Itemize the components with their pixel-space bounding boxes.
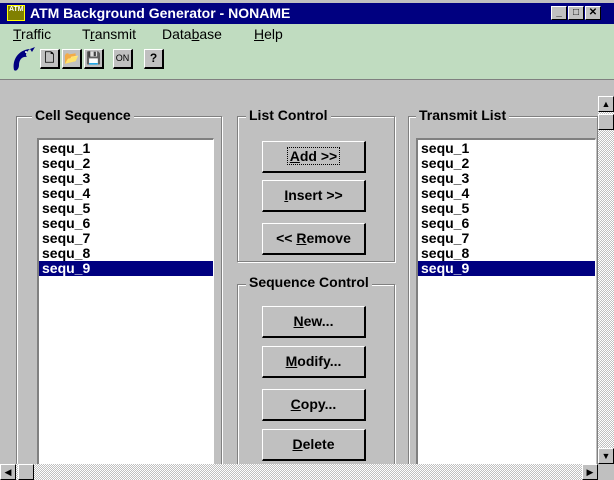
cell-sequence-label: Cell Sequence (32, 107, 134, 123)
maximize-button[interactable]: □ (568, 6, 584, 20)
menu-traffic[interactable]: Traffic (13, 26, 51, 42)
insert-button[interactable]: Insert >> (262, 180, 366, 212)
remove-button[interactable]: << Remove (262, 223, 366, 255)
add-button[interactable]: Add >> (262, 141, 366, 173)
menu-bar: Traffic Transmit Database Help (0, 24, 614, 44)
new-file-button[interactable]: 🗋 (40, 49, 60, 69)
title-bar[interactable]: ATM ATM Background Generator - NONAME _ … (0, 0, 614, 24)
sequence-control-label: Sequence Control (246, 274, 372, 290)
list-item[interactable]: sequ_4 (418, 186, 595, 201)
list-item[interactable]: sequ_2 (39, 156, 213, 171)
list-item[interactable]: sequ_1 (39, 141, 213, 156)
list-item[interactable]: sequ_7 (39, 231, 213, 246)
minimize-button[interactable]: _ (551, 6, 567, 20)
close-button[interactable]: ✕ (585, 6, 601, 20)
menu-help[interactable]: Help (254, 26, 283, 42)
list-item[interactable]: sequ_3 (39, 171, 213, 186)
save-file-button[interactable]: 💾 (84, 49, 104, 69)
new-file-icon: 🗋 (44, 51, 55, 65)
vertical-scroll-thumb[interactable] (598, 114, 614, 130)
list-item[interactable]: sequ_4 (39, 186, 213, 201)
list-item[interactable]: sequ_6 (418, 216, 595, 231)
transmit-list-label: Transmit List (416, 107, 510, 123)
list-item[interactable]: sequ_6 (39, 216, 213, 231)
open-file-button[interactable]: 📂 (62, 49, 82, 69)
horizontal-scrollbar[interactable]: ◀ ▶ (0, 464, 598, 480)
copy-sequence-button[interactable]: Copy... (262, 389, 366, 421)
window-title: ATM Background Generator - NONAME (30, 5, 291, 21)
menu-database[interactable]: Database (162, 26, 222, 42)
on-button[interactable]: ON (113, 49, 133, 69)
scroll-right-arrow-icon[interactable]: ▶ (582, 464, 598, 480)
scrollbar-corner (598, 464, 614, 480)
question-mark-icon: ? (149, 51, 158, 65)
modify-sequence-button[interactable]: Modify... (262, 346, 366, 378)
cell-sequence-list[interactable]: sequ_1 sequ_2 sequ_3 sequ_4 sequ_5 sequ_6 sequ… (37, 138, 214, 468)
dolphin-logo-icon (13, 47, 35, 71)
list-item[interactable]: sequ_5 (39, 201, 213, 216)
vertical-scrollbar[interactable]: ▲ ▼ (598, 96, 614, 464)
list-item[interactable]: sequ_9 (418, 261, 595, 276)
list-control-label: List Control (246, 107, 331, 123)
open-folder-icon: 📂 (64, 51, 79, 65)
list-item[interactable]: sequ_3 (418, 171, 595, 186)
toolbar: 🗋 📂 💾 ON ? (0, 44, 614, 80)
list-item[interactable]: sequ_2 (418, 156, 595, 171)
list-item[interactable]: sequ_8 (39, 246, 213, 261)
scroll-down-arrow-icon[interactable]: ▼ (598, 448, 614, 464)
list-item[interactable]: sequ_8 (418, 246, 595, 261)
app-icon[interactable]: ATM (7, 5, 25, 21)
help-button[interactable]: ? (144, 49, 164, 69)
floppy-disk-icon: 💾 (86, 51, 101, 65)
horizontal-scroll-thumb[interactable] (18, 464, 34, 480)
delete-sequence-button[interactable]: Delete (262, 429, 366, 461)
list-item[interactable]: sequ_9 (39, 261, 213, 276)
scroll-left-arrow-icon[interactable]: ◀ (0, 464, 16, 480)
transmit-list[interactable]: sequ_1 sequ_2 sequ_3 sequ_4 sequ_5 sequ_6 sequ… (416, 138, 596, 468)
list-item[interactable]: sequ_5 (418, 201, 595, 216)
list-item[interactable]: sequ_7 (418, 231, 595, 246)
scroll-up-arrow-icon[interactable]: ▲ (598, 96, 614, 112)
list-item[interactable]: sequ_1 (418, 141, 595, 156)
new-sequence-button[interactable]: New... (262, 306, 366, 338)
menu-transmit[interactable]: Transmit (82, 26, 136, 42)
